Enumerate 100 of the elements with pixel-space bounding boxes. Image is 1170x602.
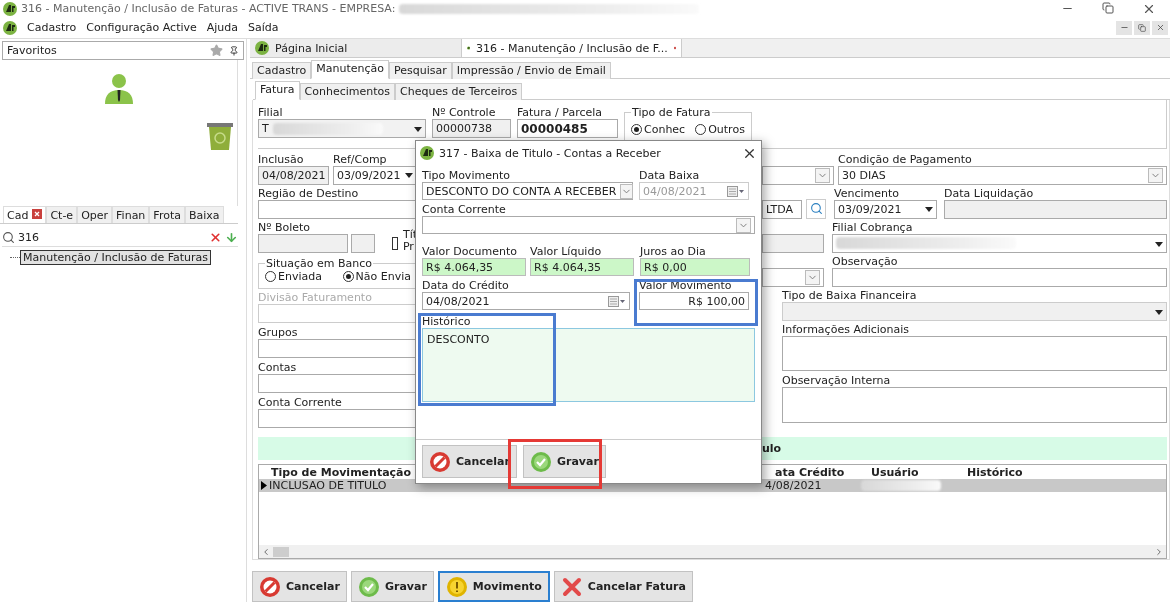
- select-field[interactable]: [782, 301, 1167, 321]
- tab[interactable]: Impressão / Envio de Email: [451, 62, 611, 79]
- amount-field[interactable]: R$ 4.064,35: [422, 258, 526, 276]
- select-field[interactable]: [762, 165, 834, 185]
- text-field[interactable]: [762, 233, 824, 253]
- amount-field[interactable]: R$ 100,00: [639, 292, 749, 310]
- horizontal-scrollbar[interactable]: [259, 545, 1166, 558]
- dropdown-arrow-icon[interactable]: [1155, 241, 1163, 247]
- sidebar-tab[interactable]: Baixa: [184, 206, 224, 223]
- radio-button[interactable]: [695, 124, 707, 136]
- radio-button[interactable]: [342, 270, 354, 282]
- document-tab[interactable]: 316 - Manutenção / Inclusão de F...: [462, 39, 682, 57]
- dropdown-arrow-icon[interactable]: [1155, 309, 1163, 315]
- select-field[interactable]: 30 DIAS: [838, 165, 1167, 185]
- text-field[interactable]: [351, 233, 375, 253]
- text-area[interactable]: [782, 386, 1167, 423]
- text-area[interactable]: [782, 335, 1167, 371]
- tree-item[interactable]: Manutenção / Inclusão de Faturas: [20, 250, 212, 265]
- cancel-button[interactable]: Cancelar: [422, 445, 517, 478]
- pin-icon[interactable]: [229, 45, 239, 56]
- save-button[interactable]: Gravar: [350, 571, 434, 602]
- radio-button[interactable]: [265, 270, 276, 282]
- menu-item[interactable]: Saída: [248, 21, 279, 35]
- scrollbar-thumb[interactable]: [273, 546, 289, 557]
- restore-icon[interactable]: [1102, 1, 1114, 14]
- text-field[interactable]: [258, 233, 348, 253]
- tab[interactable]: Fatura: [255, 81, 300, 100]
- select-field[interactable]: [762, 267, 824, 287]
- text-field[interactable]: [832, 267, 1167, 287]
- date-field[interactable]: 03/09/2021: [834, 199, 937, 219]
- date-field[interactable]: 04/08/2021: [258, 165, 329, 185]
- arrow-down-icon[interactable]: [225, 231, 238, 244]
- dropdown-button[interactable]: [815, 167, 830, 183]
- star-icon[interactable]: [210, 44, 223, 57]
- search-button[interactable]: [806, 198, 826, 219]
- scroll-left-icon[interactable]: [261, 546, 271, 557]
- menu-item[interactable]: Cadastro: [27, 21, 77, 35]
- calendar-icon[interactable]: [608, 295, 626, 307]
- text-area[interactable]: DESCONTO: [422, 328, 755, 402]
- cancel-button[interactable]: Cancelar: [252, 571, 347, 602]
- radio-option[interactable]: Enviada: [265, 269, 322, 283]
- amount-field[interactable]: R$ 4.064,35: [530, 258, 634, 276]
- amount-field[interactable]: R$ 0,00: [640, 258, 750, 276]
- dropdown-arrow-icon[interactable]: [414, 127, 422, 132]
- column-header[interactable]: Usuário: [871, 465, 967, 479]
- select-field[interactable]: [832, 233, 1167, 253]
- text-field[interactable]: [258, 199, 417, 219]
- dropdown-button[interactable]: [1148, 167, 1163, 183]
- invoice-number-field[interactable]: 00000485: [517, 119, 618, 138]
- dropdown-arrow-icon[interactable]: [925, 206, 933, 212]
- menu-item[interactable]: Ajuda: [206, 21, 239, 35]
- favorites-field[interactable]: Favoritos: [2, 41, 244, 60]
- clear-icon[interactable]: [209, 231, 222, 244]
- dropdown-button[interactable]: [620, 183, 634, 199]
- radio-option[interactable]: Não Envia: [342, 269, 411, 283]
- client-field[interactable]: LTDA: [762, 199, 802, 219]
- field-label: Região de Destino: [258, 186, 360, 200]
- text-field[interactable]: [258, 373, 417, 393]
- field-label: Inclusão: [258, 152, 305, 166]
- dropdown-arrow-icon[interactable]: [405, 172, 413, 178]
- save-button[interactable]: Gravar: [522, 445, 606, 478]
- scroll-right-icon[interactable]: [1154, 546, 1164, 557]
- minimize-button[interactable]: [1116, 20, 1132, 35]
- sidebar-tab[interactable]: Oper: [77, 206, 113, 223]
- select-field[interactable]: DESCONTO DO CONTA A RECEBER: [422, 182, 633, 200]
- column-header[interactable]: Histórico: [967, 465, 1166, 479]
- control-number-field[interactable]: 00000738: [432, 119, 511, 138]
- dropdown-button[interactable]: [736, 217, 751, 233]
- tab[interactable]: Pesquisar: [388, 62, 452, 79]
- search-field[interactable]: 316: [2, 229, 238, 247]
- document-tab[interactable]: Página Inicial: [250, 39, 462, 57]
- date-field[interactable]: [944, 199, 1167, 219]
- date-field[interactable]: 04/08/2021: [422, 292, 630, 310]
- text-field[interactable]: [258, 338, 417, 358]
- dropdown-button[interactable]: [805, 269, 820, 285]
- sidebar-tab[interactable]: Ct-e: [46, 206, 78, 223]
- select-field[interactable]: [422, 216, 755, 234]
- sidebar-tab[interactable]: Frota: [149, 206, 185, 223]
- tab[interactable]: Cadastro: [252, 62, 312, 79]
- move-button[interactable]: Movimento: [437, 571, 550, 602]
- radio-button[interactable]: [631, 124, 642, 136]
- sidebar-tab[interactable]: Cad: [3, 206, 47, 223]
- restore-button[interactable]: [1134, 20, 1150, 35]
- field-label: Vencimento: [834, 186, 900, 200]
- branch-select[interactable]: T: [258, 119, 426, 138]
- radio-option[interactable]: Outros: [695, 123, 745, 137]
- field-label: Divisão Faturamento: [258, 290, 373, 304]
- void-button[interactable]: Cancelar Fatura: [553, 571, 693, 602]
- checkbox[interactable]: [392, 236, 398, 250]
- text-field[interactable]: [258, 408, 417, 428]
- close-button[interactable]: [1152, 20, 1168, 35]
- sidebar-tab[interactable]: Finan: [112, 206, 150, 223]
- date-field[interactable]: 03/09/2021: [333, 165, 417, 185]
- tab[interactable]: Manutenção: [311, 60, 389, 79]
- menu-item[interactable]: Configuração Active: [86, 21, 197, 35]
- tab[interactable]: Conhecimentos: [299, 83, 396, 100]
- field-label: Valor Movimento: [639, 279, 733, 292]
- radio-option[interactable]: Conhec: [631, 123, 686, 137]
- tab[interactable]: Cheques de Terceiros: [395, 83, 523, 100]
- column-header[interactable]: ata Crédito: [775, 465, 871, 479]
